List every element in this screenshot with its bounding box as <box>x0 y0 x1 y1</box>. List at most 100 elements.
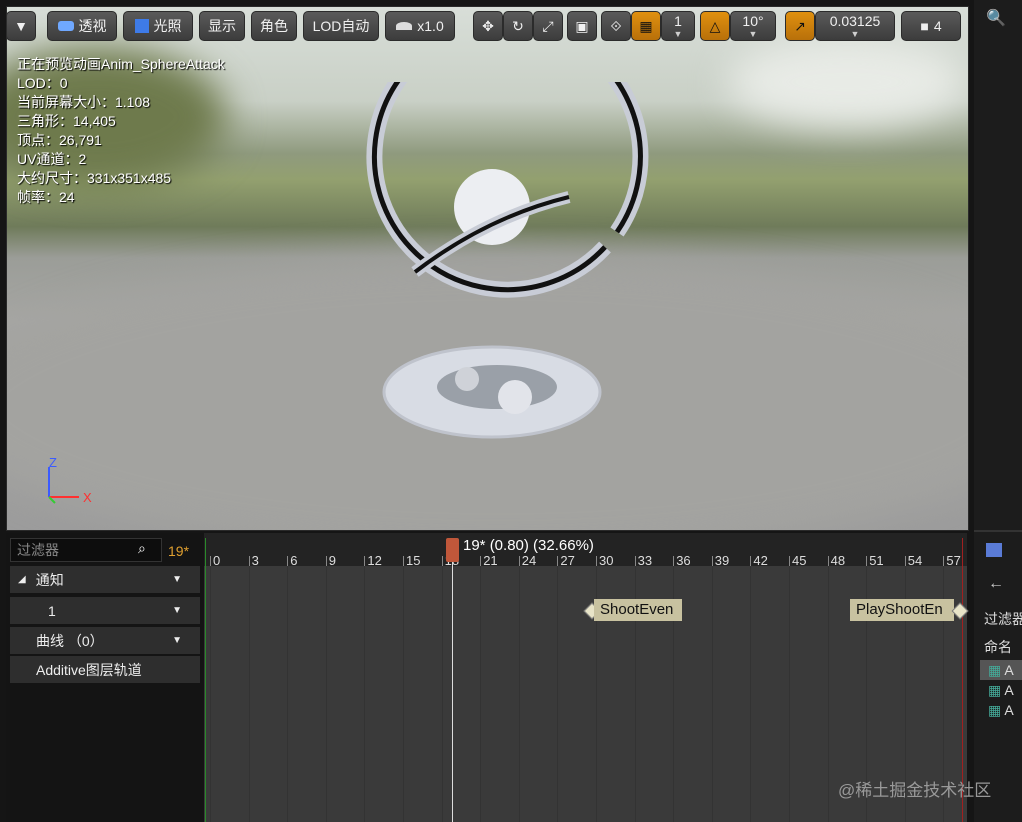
lod-label: LOD自动 <box>312 18 370 34</box>
scale-icon: ⤢ <box>542 17 554 34</box>
filter-label[interactable]: 过滤器 <box>984 609 1022 629</box>
perspective-label: 透视 <box>78 18 107 34</box>
show-label: 显示 <box>208 18 236 34</box>
back-arrow-icon[interactable]: ← <box>988 575 1004 593</box>
grid-line <box>711 566 713 822</box>
chevron-down-icon[interactable]: ▼ <box>172 605 182 616</box>
right-panel-divider <box>974 530 1022 532</box>
tick-mark <box>789 556 790 566</box>
tick-mark <box>441 556 443 566</box>
tick-label: 51 <box>869 553 884 568</box>
track-additive-label: Additive图层轨道 <box>36 661 142 678</box>
tick-label: 36 <box>676 553 691 568</box>
tick-label: 54 <box>907 553 923 568</box>
track-notifies[interactable]: ◢ 通知 ▼ <box>10 566 200 593</box>
right-panel: 🔍 ← 过滤器 命名 ▦ A ▦ A ▦ A <box>974 0 1022 822</box>
grid-line <box>789 566 790 822</box>
perspective-button[interactable]: 透视 <box>47 11 117 41</box>
playhead-handle[interactable] <box>446 538 459 562</box>
translate-tool-button[interactable]: ✥ <box>473 11 503 41</box>
scale-snap-icon: ↗ <box>794 17 806 34</box>
small-sphere <box>498 380 532 414</box>
coordinate-space-button[interactable]: ▣ <box>567 11 597 41</box>
grid-snap-toggle[interactable]: ▦ <box>631 11 661 41</box>
grid-line <box>827 566 829 822</box>
asset-list-item[interactable]: ▦ A <box>988 682 1014 699</box>
surface-snap-button[interactable]: ⟐ <box>601 11 631 41</box>
name-column-header[interactable]: 命名 <box>984 637 1012 657</box>
search-icon[interactable]: ⌕ <box>138 540 146 557</box>
scale-snap-toggle[interactable]: ↗ <box>785 11 815 41</box>
tick-mark <box>480 556 482 566</box>
camera-speed-button[interactable]: ■ 4 <box>901 11 961 41</box>
preview-viewport[interactable]: 正在预览动画Anim_SphereAttack LOD：0 当前屏幕大小：1.1… <box>6 6 969 531</box>
camera-speed-label: 4 <box>933 18 942 34</box>
asset-list-item[interactable]: ▦ A <box>988 662 1014 679</box>
notify-shoot-event[interactable]: ShootEven <box>594 599 682 621</box>
lod-button[interactable]: LOD自动 <box>303 11 379 41</box>
track-notify-1[interactable]: 1 ▼ <box>10 597 200 624</box>
chevron-down-icon: ▼ <box>850 29 860 39</box>
rotate-tool-button[interactable]: ↻ <box>503 11 533 41</box>
tick-mark <box>325 556 327 566</box>
grid-line <box>210 566 211 822</box>
speed-label: x1.0 <box>417 18 444 34</box>
viewport-menu-button[interactable]: ▼ <box>6 11 36 41</box>
grid-line <box>557 566 559 822</box>
angle-icon: △ <box>709 17 721 34</box>
stats-anim-name: 正在预览动画Anim_SphereAttack <box>17 56 225 72</box>
asset-browser-tab-icon[interactable] <box>986 543 1002 557</box>
angle-snap-value[interactable]: 10° ▼ <box>730 11 776 41</box>
tick-label: 27 <box>560 553 575 568</box>
tick-mark <box>518 556 520 566</box>
track-curves[interactable]: 曲线 （0） ▼ <box>10 627 200 654</box>
tick-label: 6 <box>290 553 298 568</box>
track-notify-1-label: 1 <box>48 602 56 619</box>
tick-label: 9 <box>328 553 337 568</box>
track-additive-layer[interactable]: Additive图层轨道 <box>10 656 200 683</box>
axis-gizmo: Z X <box>48 457 92 505</box>
current-frame-label: 19* <box>168 543 190 559</box>
scale-tool-button[interactable]: ⤢ <box>533 11 563 41</box>
tick-label: 42 <box>753 553 768 568</box>
notify-play-shoot[interactable]: PlayShootEn <box>850 599 954 621</box>
axis-z-label: Z <box>49 457 57 470</box>
stats-framerate: 帧率：24 <box>17 189 75 205</box>
lighting-label: 光照 <box>153 18 182 34</box>
tick-mark <box>943 556 945 566</box>
tick-mark <box>403 556 404 566</box>
scale-snap-value[interactable]: 0.03125 ▼ <box>815 11 895 41</box>
character-button[interactable]: 角色 <box>251 11 297 41</box>
anim-asset-icon: ▦ <box>988 682 1002 698</box>
cube-icon <box>134 19 149 33</box>
tick-label: 21 <box>483 553 498 568</box>
tick-label: 39 <box>714 553 730 568</box>
lighting-button[interactable]: 光照 <box>123 11 193 41</box>
chevron-down-icon[interactable]: ▼ <box>172 574 182 585</box>
speed-icon <box>396 22 413 30</box>
tick-mark <box>866 556 868 566</box>
grid-line <box>518 566 520 822</box>
asset-list-item[interactable]: ▦ A <box>988 702 1014 719</box>
move-icon: ✥ <box>482 17 494 34</box>
tick-mark <box>904 556 906 566</box>
chevron-down-icon[interactable]: ▼ <box>172 635 182 646</box>
tick-label: 15 <box>406 553 421 568</box>
search-icon[interactable]: 🔍 <box>986 8 1006 28</box>
stats-vertices: 顶点：26,791 <box>17 132 102 148</box>
playback-speed-button[interactable]: x1.0 <box>385 11 455 41</box>
stats-triangles: 三角形：14,405 <box>17 113 116 129</box>
sphere-attack-model <box>366 82 649 439</box>
tick-mark <box>634 556 636 566</box>
grid-line <box>287 566 289 822</box>
tick-label: 33 <box>637 553 653 568</box>
tick-label: 0 <box>213 553 221 568</box>
filter-placeholder: 过滤器 <box>17 542 59 558</box>
show-button[interactable]: 显示 <box>199 11 245 41</box>
angle-snap-toggle[interactable]: △ <box>700 11 730 41</box>
tick-label: 30 <box>599 553 614 568</box>
grid-line <box>480 566 482 822</box>
model-base-hole <box>437 365 557 409</box>
camera-icon: ■ <box>920 18 929 34</box>
grid-snap-value[interactable]: 1 ▼ <box>661 11 695 41</box>
